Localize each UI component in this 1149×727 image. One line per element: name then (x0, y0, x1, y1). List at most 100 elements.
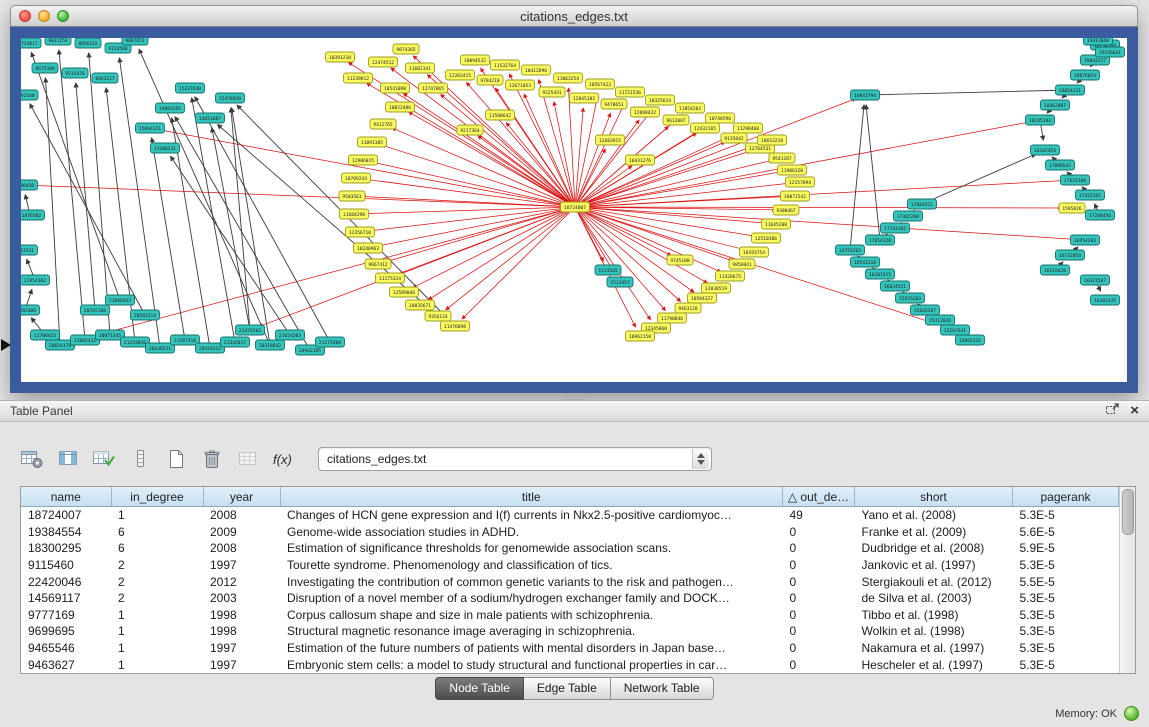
table-row[interactable]: 1830029562008Estimation of significance … (21, 540, 1119, 557)
table-cell[interactable]: Wolkin et al. (1998) (855, 623, 1013, 640)
graph-node[interactable]: 16287415 (866, 269, 895, 279)
graph-node[interactable]: 9225431 (539, 87, 565, 97)
graph-node[interactable]: 21587410 (171, 335, 200, 345)
table-cell[interactable]: 5.3E-5 (1013, 623, 1119, 640)
graph-node[interactable]: 16791203 (836, 245, 865, 255)
table-cell[interactable]: 5.5E-5 (1013, 573, 1119, 590)
table-cell[interactable]: 5.9E-5 (1013, 540, 1119, 557)
table-cell[interactable]: 9115460 (21, 557, 111, 574)
table-cell[interactable]: 2012 (203, 573, 280, 590)
graph-node[interactable]: 12098432 (631, 107, 660, 117)
graph-node[interactable]: 10584327 (688, 293, 717, 303)
table-cell[interactable]: 6 (111, 524, 203, 541)
graph-node[interactable]: 11721536 (616, 87, 645, 97)
graph-node[interactable]: 20765108 (81, 305, 110, 315)
graph-node[interactable]: 11684298 (340, 209, 369, 219)
column-header-name[interactable]: name (21, 487, 111, 507)
table-cell[interactable]: de Silva et al. (2003) (855, 590, 1013, 607)
table-cell[interactable]: 0 (783, 640, 855, 657)
graph-node[interactable]: 14651087 (196, 113, 225, 123)
table-cell[interactable]: 2008 (203, 540, 280, 557)
graph-node[interactable]: 12356710 (346, 227, 375, 237)
table-cell[interactable]: 9465546 (21, 640, 111, 657)
table-cell[interactable]: 0 (783, 656, 855, 673)
table-cell[interactable]: 0 (783, 573, 855, 590)
graph-node[interactable]: 10835671 (406, 300, 435, 310)
graph-node[interactable]: 16034521 (881, 281, 910, 291)
graph-node[interactable]: 17054328 (866, 235, 895, 245)
graph-node[interactable]: 16102435 (1091, 295, 1120, 305)
graph-node[interactable]: 19412068 (1084, 38, 1113, 45)
graph-node[interactable]: 16321587 (1081, 275, 1110, 285)
column-settings-icon[interactable] (54, 447, 81, 471)
float-panel-icon[interactable] (1105, 402, 1120, 421)
graph-node[interactable]: 10094532 (461, 55, 490, 65)
column-header-out-degree[interactable]: △ out_de… (783, 487, 855, 507)
graph-node[interactable]: 11854203 (676, 103, 705, 113)
table-cell[interactable]: 14569117 (21, 590, 111, 607)
table-cell[interactable]: Dudbridge et al. (2008) (855, 540, 1013, 557)
graph-node[interactable]: 9874365 (393, 44, 419, 54)
graph-node[interactable]: 10748596 (706, 113, 735, 123)
table-cell[interactable]: 0 (783, 607, 855, 624)
graph-node[interactable]: 11954302 (21, 275, 50, 285)
graph-node[interactable]: 12432165 (691, 123, 720, 133)
graph-node[interactable]: 11091305 (358, 137, 387, 147)
table-row[interactable]: 1938455462009Genome-wide association stu… (21, 524, 1119, 541)
graph-node[interactable]: 11175324 (376, 273, 405, 283)
table-cell[interactable]: 5.3E-5 (1013, 507, 1119, 524)
table-row[interactable]: 911546021997Tourette syndrome. Phenomeno… (21, 557, 1119, 574)
table-cell[interactable]: 22420046 (21, 573, 111, 590)
table-cell[interactable]: 5.3E-5 (1013, 640, 1119, 657)
table-cell[interactable]: 1997 (203, 656, 280, 673)
graph-node[interactable]: 18654231 (1056, 85, 1085, 95)
network-window-titlebar[interactable]: citations_edges.txt (10, 5, 1138, 27)
graph-node[interactable]: 21342017 (221, 337, 250, 347)
table-cell[interactable]: 5.3E-5 (1013, 607, 1119, 624)
graph-node[interactable]: 9612087 (663, 115, 689, 125)
table-row[interactable]: 2242004622012Investigating the contribut… (21, 573, 1119, 590)
graph-node[interactable]: 20436521 (146, 343, 175, 353)
graph-node[interactable]: 16843794 (851, 90, 880, 100)
graph-node[interactable]: 12401531 (21, 245, 38, 255)
graph-node[interactable]: 1595826 (1059, 203, 1085, 213)
graph-node[interactable]: 20318642 (256, 340, 285, 350)
graph-node[interactable]: 10871542 (781, 191, 810, 201)
table-settings-icon[interactable] (18, 447, 45, 471)
graph-node[interactable]: 11508642 (486, 110, 515, 120)
graph-node[interactable]: 16954203 (1071, 235, 1100, 245)
graph-node[interactable]: 1514545 (595, 265, 621, 275)
graph-node[interactable]: 17208456 (1086, 210, 1115, 220)
table-cell[interactable]: Disruption of a novel member of a sodium… (280, 590, 783, 607)
column-header-in-degree[interactable]: in_degree (111, 487, 203, 507)
table-cell[interactable]: Stergiakouli et al. (2012) (855, 573, 1013, 590)
table-cell[interactable]: 1 (111, 656, 203, 673)
table-cell[interactable]: 0 (783, 557, 855, 574)
graph-node[interactable]: 8675309 (32, 63, 58, 73)
table-scrollbar[interactable] (1119, 487, 1135, 673)
graph-node[interactable]: 20871345 (96, 330, 125, 340)
graph-node[interactable]: 15412036 (926, 315, 955, 325)
table-cell[interactable]: Changes of HCN gene expression and I(f) … (280, 507, 783, 524)
close-panel-icon[interactable]: × (1130, 404, 1139, 418)
graph-node[interactable]: 9412765 (370, 119, 396, 129)
graph-node[interactable]: 10653218 (758, 135, 787, 145)
graph-node[interactable]: 15084321 (136, 123, 165, 133)
graph-node[interactable]: 21175408 (316, 337, 345, 347)
table-scrollbar-thumb[interactable] (1122, 489, 1134, 535)
graph-node[interactable]: 15065432 (956, 335, 985, 345)
graph-node[interactable]: 9503561 (339, 191, 365, 201)
table-cell[interactable]: Estimation of the future numbers of pati… (280, 640, 783, 657)
graph-node[interactable]: 12100458 (21, 180, 38, 190)
column-header-short[interactable]: short (855, 487, 1013, 507)
graph-node[interactable]: 17432165 (1076, 190, 1105, 200)
table-cell[interactable]: 18300295 (21, 540, 111, 557)
table-cell[interactable]: Yano et al. (2008) (855, 507, 1013, 524)
table-cell[interactable]: 1998 (203, 607, 280, 624)
table-cell[interactable]: 1997 (203, 640, 280, 657)
graph-node[interactable]: 10248963 (354, 243, 383, 253)
graph-node[interactable]: 9856041 (729, 259, 755, 269)
graph-node[interactable]: 16510428 (1041, 265, 1070, 275)
graph-node[interactable]: 21098453 (106, 295, 135, 305)
graph-node[interactable]: 17654308 (1061, 175, 1090, 185)
